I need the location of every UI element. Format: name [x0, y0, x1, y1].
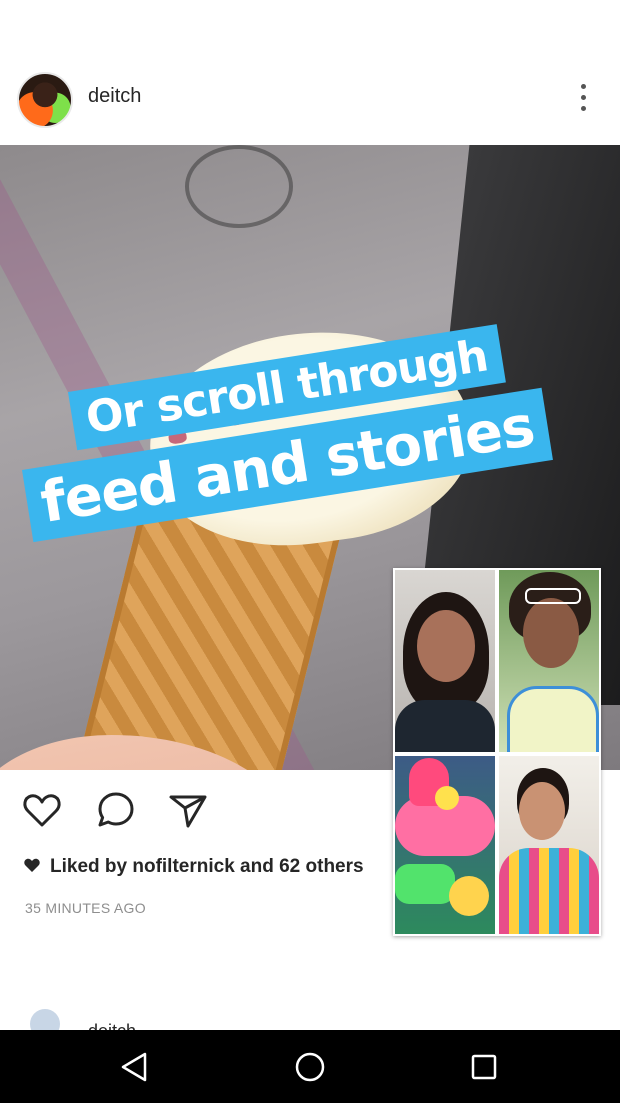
video-tile-participant-4[interactable]: [499, 756, 599, 934]
post-header: deitch: [0, 60, 620, 140]
more-vertical-icon[interactable]: [574, 84, 592, 116]
post-timestamp: 35 MINUTES AGO: [25, 900, 146, 916]
comment-bubble-icon[interactable]: [94, 788, 138, 832]
recents-square-icon[interactable]: [465, 1048, 503, 1086]
username[interactable]: deitch: [88, 85, 141, 108]
android-nav-bar: [0, 1030, 620, 1103]
avatar[interactable]: [17, 72, 73, 128]
photo-bicycle: [185, 145, 293, 228]
video-chat-grid[interactable]: [393, 568, 601, 936]
next-post-header: deitch: [0, 1005, 620, 1030]
heart-filled-icon: [24, 856, 42, 878]
video-tile-participant-3[interactable]: [395, 756, 495, 934]
send-icon[interactable]: [166, 788, 210, 832]
heart-icon[interactable]: [20, 788, 64, 832]
likes-line[interactable]: Liked by nofilternick and 62 others: [24, 856, 364, 878]
likes-text: Liked by nofilternick and 62 others: [50, 856, 364, 877]
video-tile-participant-1[interactable]: [395, 570, 495, 752]
video-tile-participant-2[interactable]: [499, 570, 599, 752]
home-circle-icon[interactable]: [291, 1048, 329, 1086]
next-post-username[interactable]: deitch: [88, 1021, 136, 1030]
next-post-avatar[interactable]: [30, 1009, 60, 1030]
back-triangle-icon[interactable]: [116, 1048, 154, 1086]
